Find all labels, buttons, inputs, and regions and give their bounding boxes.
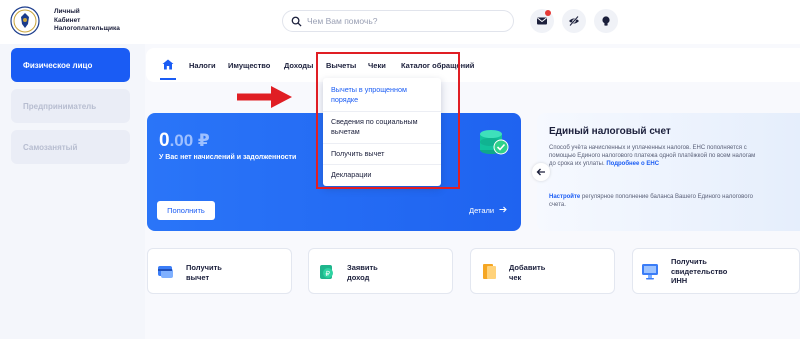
- svg-text:₽: ₽: [326, 270, 331, 278]
- logo-line: Личный: [54, 8, 80, 15]
- search-input[interactable]: Чем Вам помочь?: [282, 10, 514, 32]
- details-label: Детали: [469, 206, 495, 215]
- tile-label: Добавить чек: [509, 263, 545, 282]
- lightbulb-icon: [602, 16, 610, 26]
- logo-text[interactable]: Личный Кабинет Налогоплательщика: [54, 8, 120, 34]
- messages-button[interactable]: [530, 9, 554, 33]
- hints-button[interactable]: [594, 9, 618, 33]
- search-placeholder: Чем Вам помочь?: [307, 16, 378, 26]
- income-icon: ₽: [320, 265, 333, 279]
- carousel-prev-button[interactable]: [532, 163, 550, 181]
- coins-icon: [480, 130, 509, 155]
- balance-subtitle: У Вас нет начислений и задолженности: [159, 154, 297, 161]
- visually-impaired-button[interactable]: [562, 9, 586, 33]
- tile-get-deduction[interactable]: Получить вычет: [147, 248, 292, 294]
- ens-card: Единый налоговый счет Способ учёта начис…: [537, 113, 800, 231]
- nav-item-taxes[interactable]: Налоги: [189, 61, 216, 70]
- tile-add-receipt[interactable]: Добавить чек: [470, 248, 615, 294]
- search-icon: [291, 16, 302, 27]
- top-nav: Налоги Имущество Доходы Вычеты Чеки Ката…: [146, 48, 800, 82]
- fns-emblem-icon[interactable]: [10, 6, 40, 36]
- logo-line: Кабинет: [54, 16, 81, 24]
- nav-item-income[interactable]: Доходы: [284, 61, 313, 70]
- sidebar-item-label: Физическое лицо: [23, 61, 93, 70]
- ens-setup-link[interactable]: Настройте: [549, 194, 580, 200]
- ens-setup-text: Настройте регулярное пополнение баланса …: [549, 193, 761, 209]
- tile-label-line: чек: [509, 272, 522, 282]
- tile-label-line: доход: [347, 272, 370, 282]
- sidebar-item-individual[interactable]: Физическое лицо: [11, 48, 130, 82]
- nav-item-property[interactable]: Имущество: [228, 61, 270, 70]
- top-up-button[interactable]: Пополнить: [157, 201, 215, 220]
- tile-label-line: Получить: [186, 263, 222, 272]
- arrow-left-icon: [536, 168, 545, 176]
- arrow-right-icon: [499, 206, 507, 213]
- mail-icon: [537, 17, 547, 25]
- balance-amount: 0.00 ₽: [159, 130, 210, 152]
- tile-get-inn-certificate[interactable]: Получить свидетельство ИНН: [632, 248, 800, 294]
- deduction-icon: [158, 266, 173, 278]
- balance-amount-dec: .00 ₽: [169, 131, 210, 150]
- tile-label-line: ИНН: [671, 276, 688, 285]
- details-link[interactable]: Детали: [469, 206, 507, 215]
- sidebar-item-label: Предприниматель: [23, 102, 97, 111]
- tile-label-line: свидетельство: [671, 266, 728, 276]
- sidebar-item-self-employed[interactable]: Самозанятый: [11, 130, 130, 164]
- sidebar-item-entrepreneur[interactable]: Предприниматель: [11, 89, 130, 123]
- logo-line: Налогоплательщика: [54, 25, 120, 32]
- tile-label-line: Получить: [671, 257, 707, 266]
- nav-active-indicator: [160, 78, 176, 80]
- annotation-highlight-box: [316, 52, 460, 189]
- ens-more-link[interactable]: Подробнее о ЕНС: [606, 161, 659, 167]
- home-icon[interactable]: [162, 59, 174, 70]
- tile-label: Заявить доход: [347, 263, 378, 282]
- balance-amount-int: 0: [159, 130, 170, 151]
- tile-label: Получить вычет: [186, 263, 222, 282]
- tile-label-line: Добавить: [509, 263, 546, 272]
- ens-setup-description: регулярное пополнение баланса Вашего Еди…: [549, 194, 753, 208]
- monitor-icon: [642, 264, 658, 280]
- annotation-arrow-icon: [237, 86, 292, 108]
- tile-declare-income[interactable]: ₽ Заявить доход: [308, 248, 453, 294]
- tile-label: Получить свидетельство ИНН: [671, 257, 727, 286]
- tile-label-line: Заявить: [347, 263, 378, 272]
- eye-off-icon: [569, 15, 579, 27]
- header: Личный Кабинет Налогоплательщика Чем Вам…: [0, 0, 800, 44]
- tile-label-line: вычет: [186, 272, 210, 282]
- sidebar-item-label: Самозанятый: [23, 143, 78, 152]
- receipt-icon: [483, 264, 496, 279]
- notification-dot: [545, 10, 551, 16]
- ens-description: Способ учёта начисленных и уплаченных на…: [549, 144, 761, 168]
- carousel-dots: [705, 225, 744, 231]
- ens-title: Единый налоговый счет: [549, 126, 671, 137]
